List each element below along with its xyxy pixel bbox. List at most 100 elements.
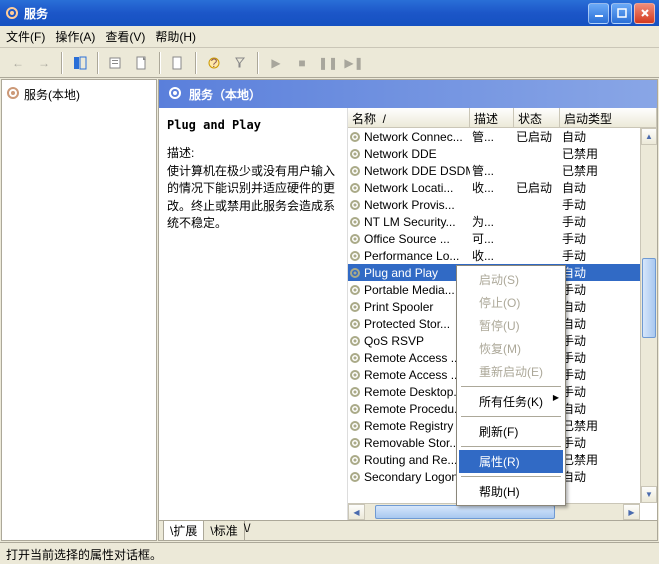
ctx-all-tasks[interactable]: 所有任务(K)	[459, 390, 563, 413]
scroll-thumb[interactable]	[375, 505, 555, 519]
separator	[97, 52, 99, 74]
pause-button: ❚❚	[316, 51, 340, 75]
forward-button: →	[32, 51, 56, 75]
properties-button[interactable]	[104, 51, 128, 75]
gear-icon	[348, 215, 362, 229]
cell-name: Plug and Play	[362, 266, 470, 280]
scroll-right-button[interactable]: ▶	[623, 504, 640, 520]
col-status[interactable]: 状态	[514, 108, 560, 128]
tree-root[interactable]: 服务(本地)	[4, 84, 154, 105]
menu-help[interactable]: 帮助(H)	[155, 28, 196, 45]
cell-name: Performance Lo...	[362, 249, 470, 263]
gear-icon	[348, 130, 362, 144]
table-row[interactable]: Network DDE DSDM管...已禁用	[348, 162, 657, 179]
gear-icon	[348, 164, 362, 178]
gear-icon	[348, 368, 362, 382]
cell-name: Remote Desktop...	[362, 385, 470, 399]
tab-standard[interactable]: 标准	[203, 521, 244, 541]
detail-panel: Plug and Play 描述: 使计算机在极少或没有用户输入的情况下能识别并…	[159, 108, 347, 520]
menu-file[interactable]: 文件(F)	[6, 28, 45, 45]
gear-icon	[348, 198, 362, 212]
window-title: 服务	[24, 5, 588, 22]
gear-icon	[348, 419, 362, 433]
tree-root-label: 服务(本地)	[24, 86, 80, 103]
scroll-down-button[interactable]: ▼	[641, 486, 657, 503]
menu-view[interactable]: 查看(V)	[105, 28, 145, 45]
gear-icon	[348, 147, 362, 161]
cell-desc: 管...	[470, 128, 514, 145]
cell-desc: 管...	[470, 162, 514, 179]
separator	[461, 476, 561, 477]
gear-icon	[348, 385, 362, 399]
ctx-properties[interactable]: 属性(R)	[459, 450, 563, 473]
separator	[461, 446, 561, 447]
cell-name: Remote Registry	[362, 419, 470, 433]
table-row[interactable]: Network DDE已禁用	[348, 145, 657, 162]
gear-icon	[348, 181, 362, 195]
scroll-thumb[interactable]	[642, 258, 656, 338]
col-name[interactable]: 名称 /	[348, 108, 470, 128]
gear-icon	[348, 402, 362, 416]
cell-name: Print Spooler	[362, 300, 470, 314]
cell-name: Remote Procedu...	[362, 402, 470, 416]
cell-desc: 收...	[470, 247, 514, 264]
separator	[159, 52, 161, 74]
menu-action[interactable]: 操作(A)	[55, 28, 95, 45]
scroll-up-button[interactable]: ▲	[641, 128, 657, 145]
restart-button: ▶❚	[342, 51, 366, 75]
menubar: 文件(F) 操作(A) 查看(V) 帮助(H)	[0, 26, 659, 48]
tab-extended[interactable]: 扩展	[163, 521, 204, 541]
start-button: ▶	[264, 51, 288, 75]
separator	[461, 416, 561, 417]
ctx-stop: 停止(O)	[459, 291, 563, 314]
ctx-restart: 重新启动(E)	[459, 360, 563, 383]
ctx-start: 启动(S)	[459, 268, 563, 291]
service-list: 名称 / 描述 状态 启动类型 Network Connec...管...已启动…	[347, 108, 657, 520]
pane-tabs: 扩展 标准 /	[159, 520, 657, 540]
services-icon	[167, 85, 183, 104]
export-button[interactable]	[130, 51, 154, 75]
stop-button: ■	[290, 51, 314, 75]
service-description: 使计算机在极少或没有用户输入的情况下能识别并适应硬件的更改。终止或禁用此服务会造…	[167, 163, 339, 233]
toolbar-button[interactable]	[228, 51, 252, 75]
toolbar: ← → ? ▶ ■ ❚❚ ▶❚	[0, 48, 659, 78]
col-desc[interactable]: 描述	[470, 108, 514, 128]
separator	[195, 52, 197, 74]
table-row[interactable]: Office Source ...可...手动	[348, 230, 657, 247]
cell-name: NT LM Security...	[362, 215, 470, 229]
minimize-button[interactable]	[588, 3, 609, 24]
cell-name: Portable Media...	[362, 283, 470, 297]
scroll-left-button[interactable]: ◀	[348, 504, 365, 520]
table-row[interactable]: Network Locati...收...已启动自动	[348, 179, 657, 196]
vertical-scrollbar[interactable]: ▲ ▼	[640, 128, 657, 503]
cell-name: Network DDE DSDM	[362, 164, 470, 178]
cell-desc: 可...	[470, 230, 514, 247]
refresh-button[interactable]	[166, 51, 190, 75]
svg-text:?: ?	[211, 56, 218, 70]
col-startup[interactable]: 启动类型	[560, 108, 657, 128]
gear-icon	[348, 300, 362, 314]
ctx-refresh[interactable]: 刷新(F)	[459, 420, 563, 443]
table-row[interactable]: NT LM Security...为...手动	[348, 213, 657, 230]
cell-name: Routing and Re...	[362, 453, 470, 467]
back-button: ←	[6, 51, 30, 75]
table-row[interactable]: Performance Lo...收...手动	[348, 247, 657, 264]
help-button[interactable]: ?	[202, 51, 226, 75]
close-button[interactable]	[634, 3, 655, 24]
maximize-button[interactable]	[611, 3, 632, 24]
cell-status: 已启动	[514, 128, 560, 145]
gear-icon	[348, 317, 362, 331]
gear-icon	[348, 351, 362, 365]
cell-name: Removable Stor...	[362, 436, 470, 450]
gear-icon	[348, 470, 362, 484]
cell-name: Remote Access ...	[362, 351, 470, 365]
toolbar-button[interactable]	[68, 51, 92, 75]
separator	[257, 52, 259, 74]
ctx-help[interactable]: 帮助(H)	[459, 480, 563, 503]
ctx-resume: 恢复(M)	[459, 337, 563, 360]
services-icon	[6, 86, 20, 103]
table-row[interactable]: Network Provis...手动	[348, 196, 657, 213]
table-row[interactable]: Network Connec...管...已启动自动	[348, 128, 657, 145]
pane-header: 服务（本地）	[159, 80, 657, 108]
cell-name: Network Provis...	[362, 198, 470, 212]
